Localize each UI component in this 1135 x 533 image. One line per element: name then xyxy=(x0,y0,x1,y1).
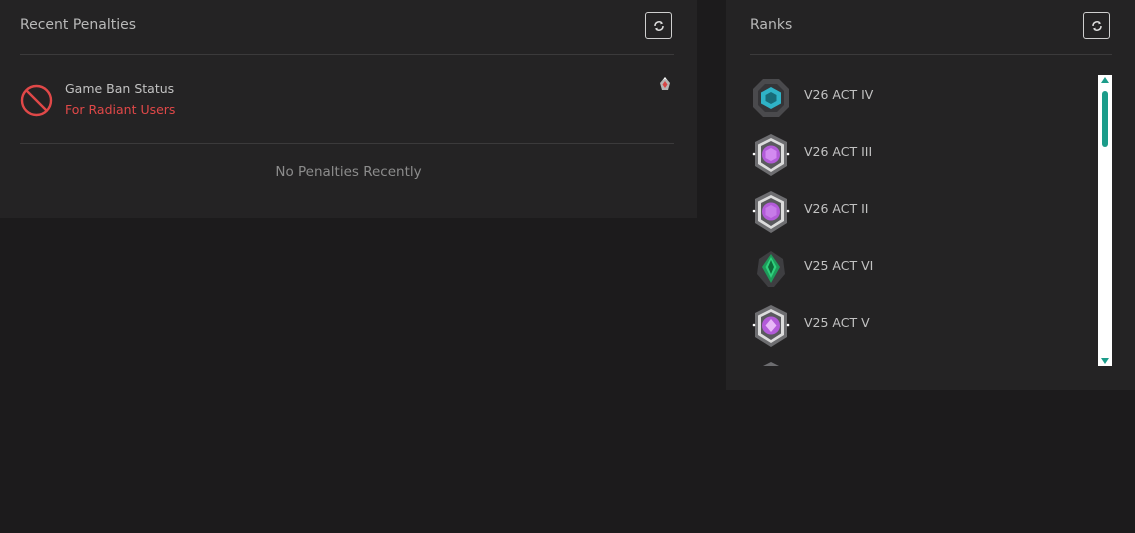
rank-row[interactable]: V25 ACT V xyxy=(726,304,1098,354)
scroll-down-arrow-icon[interactable] xyxy=(1101,358,1109,364)
ban-icon xyxy=(20,84,53,117)
no-penalties-text: No Penalties Recently xyxy=(275,164,422,180)
rank-label: V26 ACT IV xyxy=(804,87,874,102)
rank-cyan-icon xyxy=(753,79,789,117)
game-ban-status-label: Game Ban Status xyxy=(65,81,175,96)
rank-list[interactable]: V26 ACT IV V26 ACT III V26 ACT II V25 AC… xyxy=(726,70,1098,366)
rank-purple-icon xyxy=(752,134,790,176)
header-divider xyxy=(20,54,674,55)
scroll-thumb[interactable] xyxy=(1102,91,1108,147)
panel-title: Recent Penalties xyxy=(20,17,137,33)
recent-penalties-panel: Recent Penalties Game Ban Status For Rad… xyxy=(0,0,697,218)
rank-row[interactable]: V26 ACT II xyxy=(726,190,1098,240)
header-divider xyxy=(750,54,1112,55)
radiant-users-note: For Radiant Users xyxy=(65,102,176,117)
rank-row[interactable]: V25 ACT VI xyxy=(726,247,1098,297)
rank-green-icon xyxy=(757,251,785,287)
rank-partial-icon xyxy=(763,362,779,366)
rank-row[interactable]: V26 ACT III xyxy=(726,133,1098,183)
rank-label: V26 ACT II xyxy=(804,201,869,216)
scroll-up-arrow-icon[interactable] xyxy=(1101,77,1109,83)
rank-list-scrollbar[interactable] xyxy=(1098,75,1112,366)
rank-purple-icon xyxy=(752,191,790,233)
refresh-icon xyxy=(653,20,664,31)
ranks-panel: Ranks V26 ACT IV V26 ACT III V26 ACT II … xyxy=(726,0,1135,390)
rank-row[interactable] xyxy=(726,361,1098,366)
rank-label: V25 ACT VI xyxy=(804,258,874,273)
panel-title: Ranks xyxy=(750,17,793,33)
content-divider xyxy=(20,143,674,144)
rank-row[interactable]: V26 ACT IV xyxy=(726,76,1098,126)
refresh-icon xyxy=(1091,20,1102,31)
radiant-icon xyxy=(660,77,670,90)
refresh-ranks-button[interactable] xyxy=(1083,12,1110,39)
rank-label: V25 ACT V xyxy=(804,315,870,330)
rank-purple-icon xyxy=(752,305,790,347)
rank-label: V26 ACT III xyxy=(804,144,873,159)
refresh-penalties-button[interactable] xyxy=(645,12,672,39)
